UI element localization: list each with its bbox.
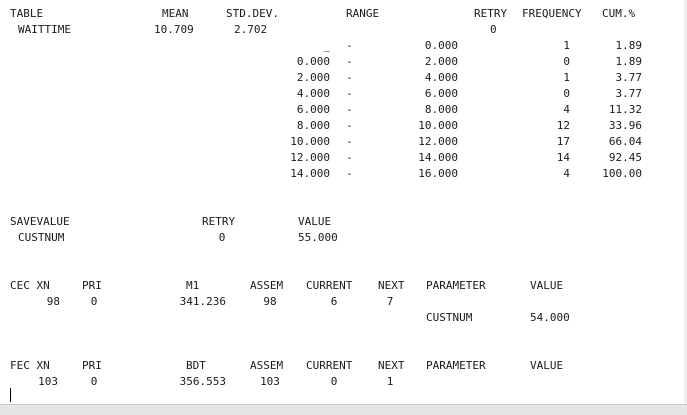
fec-bdt: 356.553 [179, 375, 226, 388]
table-header-1: MEAN [162, 7, 189, 20]
range-from-3: 4.000 [296, 87, 330, 100]
cec-header-7: VALUE [530, 279, 564, 292]
frequency-8: 4 [563, 167, 570, 180]
text-cursor [10, 388, 11, 402]
savevalue-name: CUSTNUM [18, 231, 65, 244]
cum-percent-3: 3.77 [615, 87, 643, 100]
cum-percent-0: 1.89 [615, 39, 643, 52]
table-header-5: FREQUENCY [522, 7, 582, 20]
range-to-8: 16.000 [418, 167, 458, 180]
table-name: WAITTIME [18, 23, 71, 36]
range-dash-6: - [346, 135, 353, 148]
range-from-4: 6.000 [296, 103, 330, 116]
cec-param-value: 54.000 [530, 311, 570, 324]
cec-header-1: PRI [82, 279, 102, 292]
cum-percent-6: 66.04 [608, 135, 642, 148]
fec-header-0: FEC XN [10, 359, 50, 372]
savevalue-header-0: SAVEVALUE [10, 215, 70, 228]
cec-header-4: CURRENT [306, 279, 353, 292]
table-header-0: TABLE [10, 7, 44, 20]
horizontal-scrollbar[interactable] [0, 404, 687, 415]
range-from-6: 10.000 [290, 135, 330, 148]
range-to-4: 8.000 [424, 103, 458, 116]
cec-m1: 341.236 [179, 295, 226, 308]
fec-header-7: VALUE [530, 359, 564, 372]
range-dash-1: - [346, 55, 353, 68]
fec-header-1: PRI [82, 359, 102, 372]
table-retry: 0 [490, 23, 497, 36]
range-dash-4: - [346, 103, 353, 116]
frequency-2: 1 [563, 71, 570, 84]
frequency-0: 1 [563, 39, 570, 52]
frequency-5: 12 [556, 119, 570, 132]
cum-percent-5: 33.96 [608, 119, 642, 132]
range-to-6: 12.000 [418, 135, 458, 148]
cec-header-5: NEXT [378, 279, 405, 292]
fec-assem: 103 [260, 375, 280, 388]
table-header-3: RANGE [346, 7, 380, 20]
frequency-7: 14 [556, 151, 570, 164]
cum-percent-8: 100.00 [602, 167, 642, 180]
range-from-2: 2.000 [296, 71, 330, 84]
frequency-1: 0 [563, 55, 570, 68]
fec-header-5: NEXT [378, 359, 405, 372]
range-from-7: 12.000 [290, 151, 330, 164]
cec-header-0: CEC XN [10, 279, 50, 292]
savevalue-retry: 0 [218, 231, 226, 244]
table-mean: 10.709 [154, 23, 194, 36]
fec-current: 0 [330, 375, 338, 388]
cum-percent-4: 11.32 [608, 103, 642, 116]
range-to-7: 14.000 [418, 151, 458, 164]
cum-percent-1: 1.89 [615, 55, 643, 68]
fec-pri: 0 [90, 375, 98, 388]
cec-next: 7 [386, 295, 394, 308]
range-to-5: 10.000 [418, 119, 458, 132]
report-text-area[interactable]: TABLE MEAN STD.DEV. RANGE RETRY FREQUENCY CUM.… [0, 0, 687, 414]
cec-assem: 98 [263, 295, 277, 308]
frequency-3: 0 [563, 87, 570, 100]
cec-pri: 0 [90, 295, 98, 308]
range-dash-5: - [346, 119, 353, 132]
fec-header-6: PARAMETER [426, 359, 486, 372]
cum-percent-7: 92.45 [608, 151, 642, 164]
range-dash-0: - [346, 39, 353, 52]
fec-header-2: BDT [186, 359, 206, 372]
range-to-0: 0.000 [424, 39, 458, 52]
range-to-3: 6.000 [424, 87, 458, 100]
table-header-4: RETRY [474, 7, 508, 20]
range-from-8: 14.000 [290, 167, 330, 180]
range-dash-3: - [346, 87, 353, 100]
cec-header-2: M1 [186, 279, 200, 292]
range-from-1: 0.000 [296, 55, 330, 68]
range-to-1: 2.000 [424, 55, 458, 68]
frequency-6: 17 [556, 135, 570, 148]
cec-current: 6 [330, 295, 338, 308]
fec-header-4: CURRENT [306, 359, 353, 372]
table-header-6: CUM.% [602, 7, 636, 20]
range-from-0: _ [323, 39, 330, 52]
range-dash-7: - [346, 151, 353, 164]
cec-header-3: ASSEM [250, 279, 284, 292]
savevalue-header-2: VALUE [298, 215, 332, 228]
savevalue-value: 55.000 [298, 231, 338, 244]
cum-percent-2: 3.77 [615, 71, 643, 84]
range-dash-8: - [346, 167, 353, 180]
cec-xn: 98 [46, 295, 60, 308]
range-dash-2: - [346, 71, 353, 84]
cec-header-6: PARAMETER [426, 279, 486, 292]
range-from-5: 8.000 [296, 119, 330, 132]
savevalue-header-1: RETRY [202, 215, 236, 228]
cec-param-name: CUSTNUM [426, 311, 473, 324]
table-header-2: STD.DEV. [226, 7, 279, 20]
frequency-4: 4 [563, 103, 570, 116]
fec-xn: 103 [38, 375, 58, 388]
fec-header-3: ASSEM [250, 359, 284, 372]
table-std-dev: 2.702 [234, 23, 268, 36]
fec-next: 1 [386, 375, 394, 388]
range-to-2: 4.000 [424, 71, 458, 84]
